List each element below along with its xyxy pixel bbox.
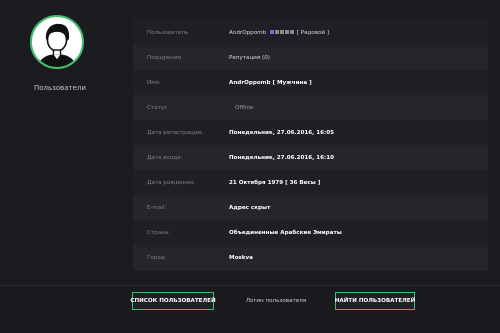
row-label: Город:	[147, 254, 167, 261]
row-label: Поощрения	[147, 54, 181, 61]
row-email: E-mail: Адрес скрыт	[133, 195, 488, 220]
row-label: Пользователь	[147, 29, 189, 36]
row-label: Страна:	[147, 229, 171, 236]
row-country: Страна: Объединенные Арабские Эмираты	[133, 220, 488, 245]
rank-square	[274, 29, 279, 34]
row-label: Имя:	[147, 79, 161, 86]
row-name: Имя: AndrOppomb [ Мужчина ]	[133, 70, 488, 95]
sidebar: Пользователи	[0, 0, 122, 285]
profile-info-table: Пользователь AndrOppomb [ Рядовой ] Поощ…	[133, 18, 488, 271]
row-value: Moskva	[229, 254, 253, 261]
row-value: Понедельник, 27.06.2016, 16:10	[229, 154, 335, 161]
row-value: Объединенные Арабские Эмираты	[229, 229, 342, 236]
row-login-date: Дата входа: Понедельник, 27.06.2016, 16:…	[133, 145, 488, 170]
row-label: E-mail:	[147, 204, 167, 211]
footer-toolbar: СПИСОК ПОЛЬЗОВАТЕЛЕЙ Логин пользователя …	[0, 285, 500, 333]
row-value: AndrOppomb [ Рядовой ]	[229, 29, 330, 36]
row-city: Город: Moskva	[133, 245, 488, 270]
user-silhouette-icon	[38, 23, 76, 67]
row-value: Адрес скрыт	[229, 204, 271, 211]
row-value: AndrOppomb [ Мужчина ]	[229, 79, 312, 86]
row-rewards: Поощрения Репутация (0)	[133, 45, 488, 70]
row-birth-date: Дата рождения: 21 Октября 1979 [ 36 Весы…	[133, 170, 488, 195]
row-label: Дата входа:	[147, 154, 183, 161]
row-status: Статус Offline	[133, 95, 488, 120]
user-avatar	[30, 15, 84, 69]
row-label: Дата регистрации:	[147, 129, 204, 136]
rank-squares	[269, 29, 297, 36]
sidebar-title: Пользователи	[34, 84, 86, 92]
row-registration-date: Дата регистрации: Понедельник, 27.06.201…	[133, 120, 488, 145]
user-login-link[interactable]: Логин пользователя	[230, 292, 322, 310]
reputation-link[interactable]: Репутация (0)	[229, 55, 270, 61]
row-value: Понедельник, 27.06.2016, 16:05	[229, 129, 335, 136]
row-label: Дата рождения:	[147, 179, 196, 186]
row-value: 21 Октября 1979 [ 36 Весы ]	[229, 179, 321, 186]
user-list-button[interactable]: СПИСОК ПОЛЬЗОВАТЕЛЕЙ	[130, 292, 216, 310]
username-value: AndrOppomb	[229, 29, 267, 36]
rank-square	[289, 29, 294, 34]
scroll-edge	[492, 0, 500, 285]
row-label: Статус	[147, 104, 168, 111]
status-value: Offline	[235, 104, 254, 111]
find-users-button[interactable]: НАЙТИ ПОЛЬЗОВАТЕЛЕЙ	[335, 292, 415, 310]
row-username: Пользователь AndrOppomb [ Рядовой ]	[133, 20, 488, 45]
rank-square	[284, 29, 289, 34]
rank-square	[279, 29, 284, 34]
rank-label: [ Рядовой ]	[296, 29, 330, 36]
rank-square	[269, 29, 274, 34]
